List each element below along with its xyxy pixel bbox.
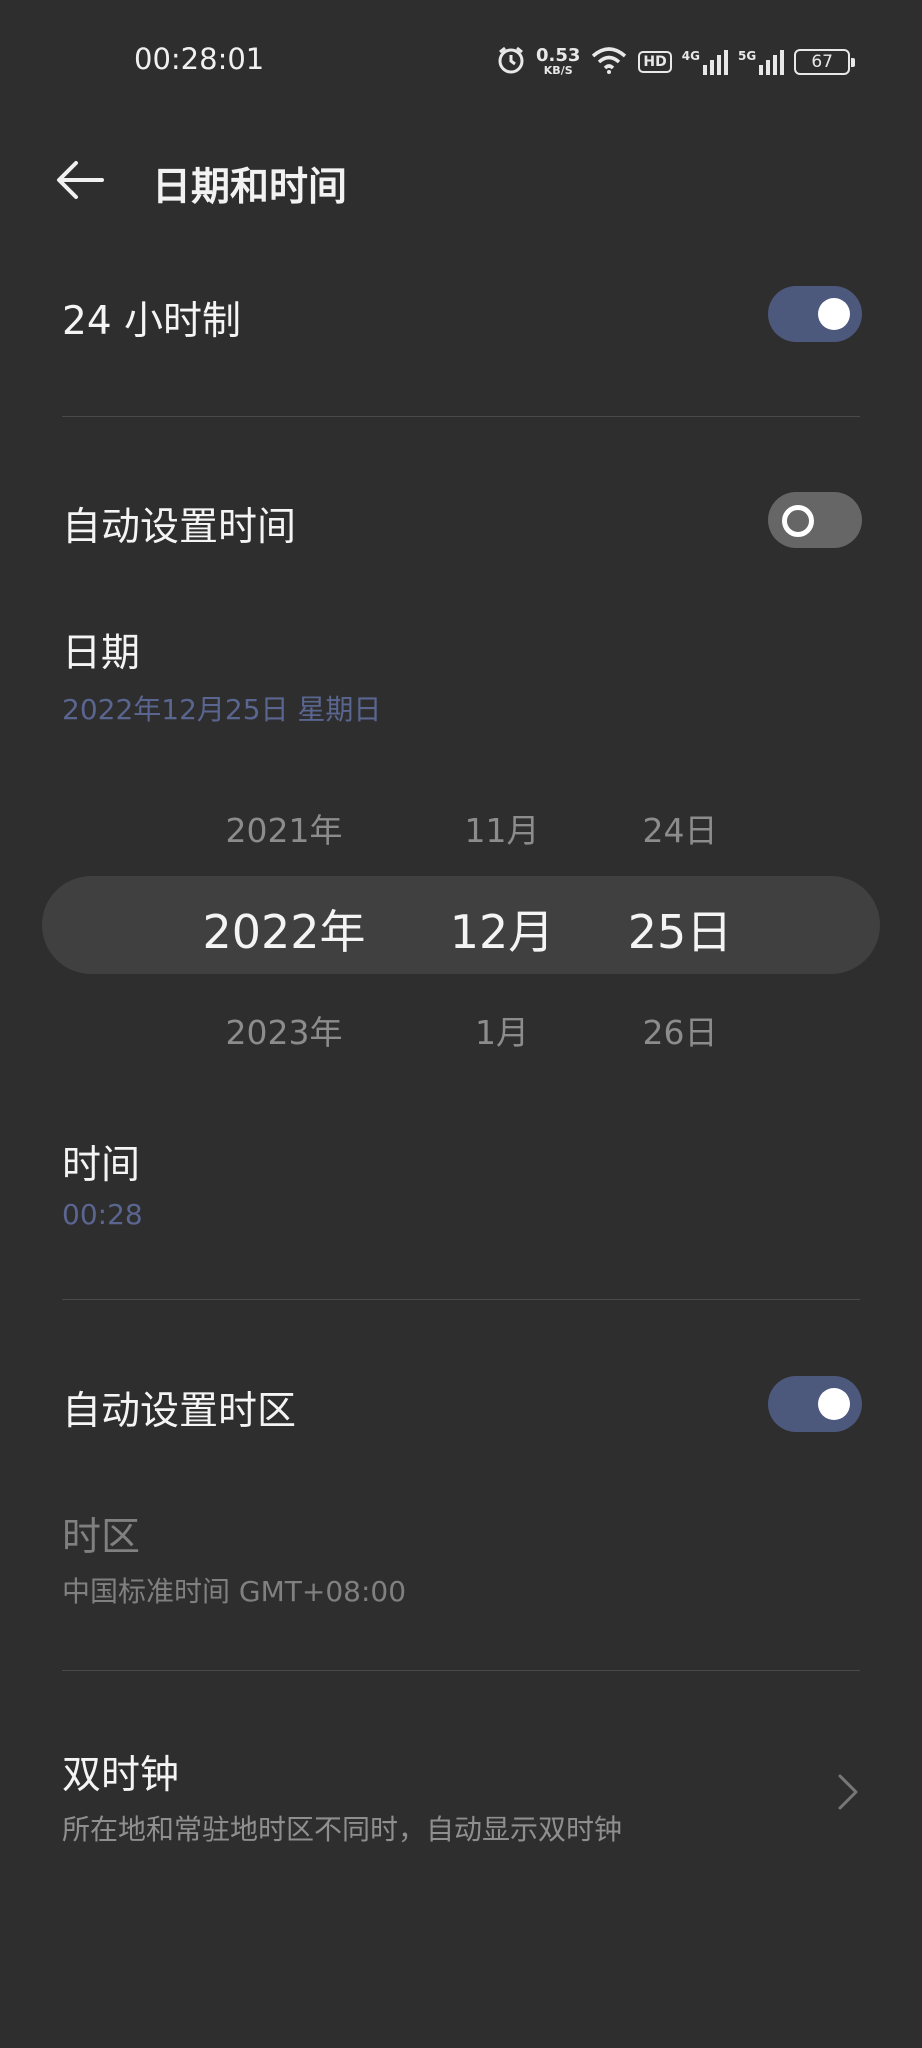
picker-year-selected[interactable]: 2022年 <box>184 896 384 962</box>
picker-year-prev[interactable]: 2021年 <box>184 804 384 852</box>
dual-clock-description: 所在地和常驻地时区不同时，自动显示双时钟 <box>62 1813 623 1846</box>
hour24-label: 24 小时制 <box>62 299 242 344</box>
auto-time-label: 自动设置时间 <box>62 505 297 550</box>
battery-indicator: 67 <box>794 49 856 75</box>
divider <box>62 1670 860 1671</box>
dual-clock-label: 双时钟 <box>62 1753 180 1798</box>
divider <box>62 1299 860 1300</box>
wifi-icon <box>590 45 628 79</box>
date-value: 2022年12月25日 星期日 <box>62 693 382 726</box>
time-label: 时间 <box>62 1143 141 1188</box>
hd-badge: HD <box>638 51 672 73</box>
picker-month-prev[interactable]: 11月 <box>402 804 602 852</box>
status-icons: 0.53 KB/S HD 4G 5G 67 <box>496 44 856 80</box>
picker-month-next[interactable]: 1月 <box>402 1006 602 1054</box>
auto-timezone-toggle[interactable] <box>768 1376 862 1432</box>
network-speed: 0.53 KB/S <box>536 45 581 77</box>
auto-time-toggle[interactable] <box>768 492 862 548</box>
auto-timezone-label: 自动设置时区 <box>62 1389 297 1434</box>
back-button[interactable] <box>56 158 104 202</box>
time-value: 00:28 <box>62 1198 143 1231</box>
picker-day-selected[interactable]: 25日 <box>580 896 780 962</box>
page-title: 日期和时间 <box>152 165 348 210</box>
signal-icon-2: 5G <box>738 49 785 75</box>
picker-day-next[interactable]: 26日 <box>580 1006 780 1054</box>
date-label: 日期 <box>62 631 141 676</box>
signal-icon-1: 4G <box>682 49 728 75</box>
chevron-right-icon <box>836 1772 860 1812</box>
arrow-left-icon <box>57 161 104 199</box>
divider <box>62 416 860 417</box>
picker-month-selected[interactable]: 12月 <box>402 896 602 962</box>
status-time: 00:28:01 <box>134 42 265 76</box>
hour24-toggle[interactable] <box>768 286 862 342</box>
alarm-icon <box>496 45 526 79</box>
picker-year-next[interactable]: 2023年 <box>184 1006 384 1054</box>
timezone-value: 中国标准时间 GMT+08:00 <box>62 1575 407 1608</box>
timezone-label: 时区 <box>62 1515 141 1560</box>
picker-day-prev[interactable]: 24日 <box>580 804 780 852</box>
